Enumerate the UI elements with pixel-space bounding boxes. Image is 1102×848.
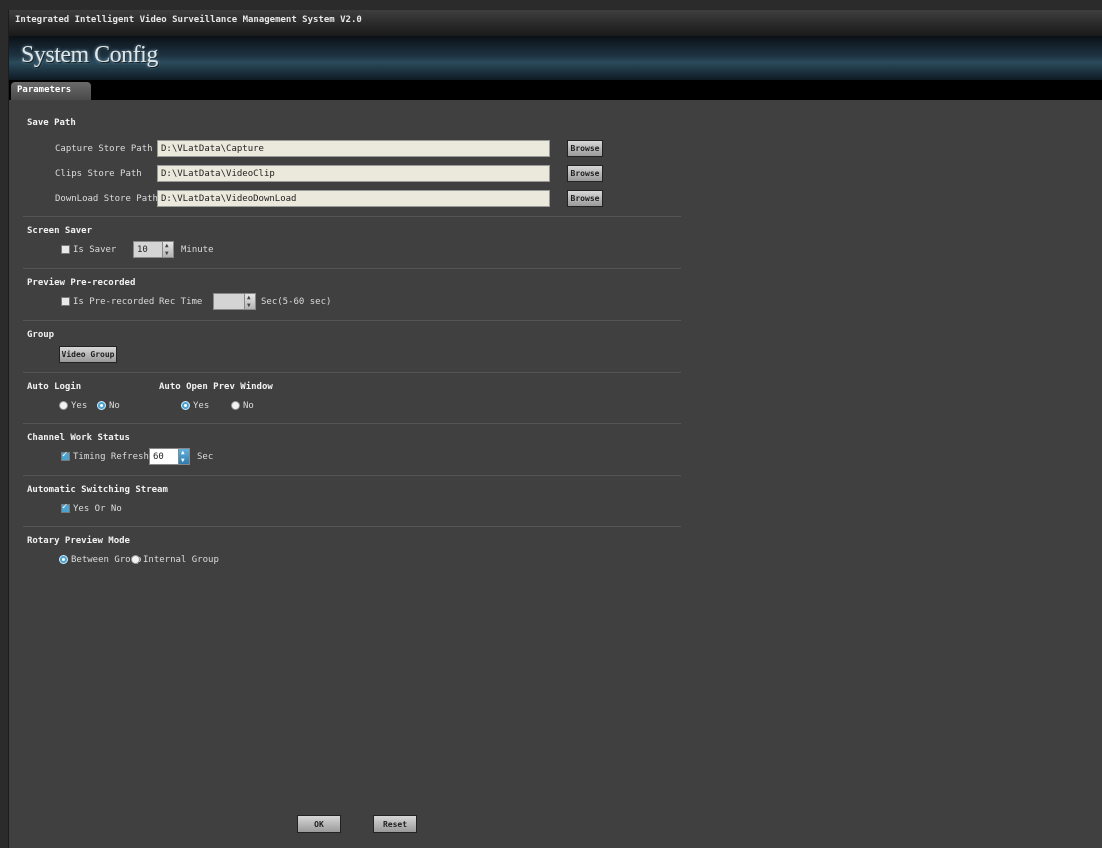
section-divider xyxy=(23,423,681,424)
timing-refresh-unit: Sec xyxy=(197,452,214,462)
section-divider xyxy=(23,320,681,321)
prerecorded-label: Is Pre-recorded xyxy=(73,297,155,307)
prerecorded-checkbox[interactable] xyxy=(61,297,70,306)
clips-path-input[interactable] xyxy=(157,165,550,182)
auto-login-no-radio[interactable] xyxy=(97,401,106,410)
video-group-button[interactable]: Video Group xyxy=(59,346,117,363)
auto-open-no-radio[interactable] xyxy=(231,401,240,410)
parameters-panel: Save Path Capture Store Path Browse Clip… xyxy=(9,100,1102,848)
rec-time-input[interactable] xyxy=(213,293,245,310)
auto-open-preview-heading: Auto Open Prev Window xyxy=(159,382,273,392)
section-divider xyxy=(23,372,681,373)
auto-open-no-label: No xyxy=(243,401,254,411)
timing-refresh-spinner[interactable]: ▲ ▼ xyxy=(178,448,190,465)
section-divider xyxy=(23,268,681,269)
capture-path-input[interactable] xyxy=(157,140,550,157)
save-path-heading: Save Path xyxy=(27,118,76,128)
auto-open-yes-radio[interactable] xyxy=(181,401,190,410)
screen-saver-minutes-input[interactable] xyxy=(133,241,163,258)
tab-parameters[interactable]: Parameters xyxy=(11,82,91,100)
between-group-radio[interactable] xyxy=(59,555,68,564)
screen-saver-checkbox[interactable] xyxy=(61,245,70,254)
clips-browse-button[interactable]: Browse xyxy=(567,165,603,182)
auto-login-no-label: No xyxy=(109,401,120,411)
screen-saver-unit: Minute xyxy=(181,245,214,255)
auto-open-yes-label: Yes xyxy=(193,401,210,411)
internal-group-label: Internal Group xyxy=(143,555,219,565)
section-divider xyxy=(23,216,681,217)
screen-saver-label: Is Saver xyxy=(73,245,117,255)
timing-refresh-checkbox[interactable] xyxy=(61,450,70,461)
capture-browse-button[interactable]: Browse xyxy=(567,140,603,157)
header-banner: System Config xyxy=(9,36,1102,80)
rotary-preview-heading: Rotary Preview Mode xyxy=(27,536,130,546)
channel-status-heading: Channel Work Status xyxy=(27,433,130,443)
timing-refresh-label: Timing Refresh xyxy=(73,452,149,462)
clips-path-label: Clips Store Path xyxy=(55,169,142,179)
prerecorded-heading: Preview Pre-recorded xyxy=(27,278,136,288)
app-window: Integrated Intelligent Video Surveillanc… xyxy=(8,10,1102,848)
auto-login-heading: Auto Login xyxy=(27,382,82,392)
section-divider xyxy=(23,475,681,476)
reset-button[interactable]: Reset xyxy=(373,815,417,833)
internal-group-radio[interactable] xyxy=(131,555,140,564)
auto-switch-checkbox[interactable] xyxy=(61,502,70,513)
group-heading: Group xyxy=(27,330,55,340)
timing-refresh-input[interactable] xyxy=(149,448,179,465)
auto-login-yes-label: Yes xyxy=(71,401,88,411)
page-title: System Config xyxy=(21,42,158,68)
rec-time-unit: Sec(5-60 sec) xyxy=(261,297,332,307)
download-path-input[interactable] xyxy=(157,190,550,207)
window-title: Integrated Intelligent Video Surveillanc… xyxy=(9,10,1102,36)
download-browse-button[interactable]: Browse xyxy=(567,190,603,207)
section-divider xyxy=(23,526,681,527)
rec-time-spinner[interactable]: ▲ ▼ xyxy=(244,293,256,310)
tab-bar: Parameters xyxy=(9,80,1102,100)
auto-switch-label: Yes Or No xyxy=(73,504,122,514)
rec-time-label: Rec Time xyxy=(159,297,203,307)
screen-saver-spinner[interactable]: ▲ ▼ xyxy=(162,241,174,258)
capture-path-label: Capture Store Path xyxy=(55,144,153,154)
download-path-label: DownLoad Store Path xyxy=(55,194,158,204)
ok-button[interactable]: OK xyxy=(297,815,341,833)
screen-saver-heading: Screen Saver xyxy=(27,226,93,236)
auto-switch-heading: Automatic Switching Stream xyxy=(27,485,168,495)
auto-login-yes-radio[interactable] xyxy=(59,401,68,410)
